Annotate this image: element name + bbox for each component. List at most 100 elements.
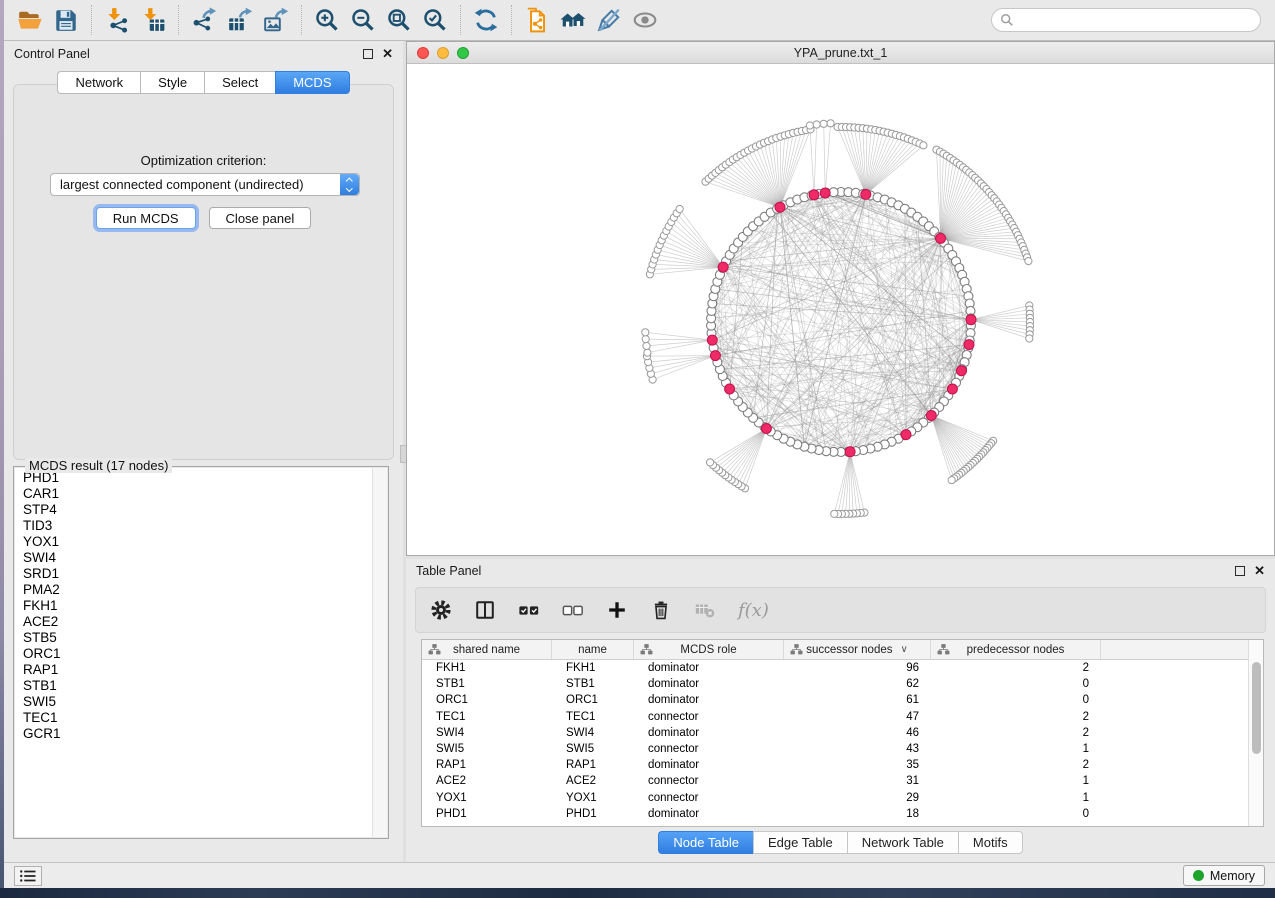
mcds-hub-node[interactable] [710, 351, 720, 361]
memory-button[interactable]: Memory [1183, 865, 1265, 886]
mcds-result-item[interactable]: FKH1 [15, 598, 372, 614]
table-row[interactable]: SWI4SWI4dominator462 [422, 725, 1248, 741]
mcds-result-item[interactable]: SRD1 [15, 566, 372, 582]
tab-edge-table[interactable]: Edge Table [753, 831, 847, 854]
mcds-hub-node[interactable] [861, 189, 871, 199]
import-network-button[interactable] [99, 3, 135, 37]
network-node[interactable] [1026, 335, 1033, 342]
delete-columns-button[interactable] [650, 599, 672, 621]
network-node[interactable] [676, 205, 683, 212]
search-input[interactable] [1014, 13, 1252, 27]
mcds-result-item[interactable]: ACE2 [15, 614, 372, 630]
network-node[interactable] [827, 120, 834, 127]
mcds-hub-node[interactable] [845, 447, 855, 457]
network-canvas[interactable] [407, 64, 1274, 555]
network-home-button[interactable] [555, 3, 591, 37]
tab-network-table[interactable]: Network Table [847, 831, 958, 854]
mcds-result-item[interactable]: SWI4 [15, 550, 372, 566]
refresh-layout-button[interactable] [468, 3, 504, 37]
mcds-result-item[interactable]: PMA2 [15, 582, 372, 598]
tab-node-table[interactable]: Node Table [658, 831, 753, 854]
hide-graphics-details-button[interactable] [591, 3, 627, 37]
network-node[interactable] [1025, 258, 1032, 265]
zoom-in-button[interactable] [309, 3, 345, 37]
mcds-hub-node[interactable] [718, 262, 728, 272]
network-node[interactable] [643, 342, 650, 349]
mcds-hub-node[interactable] [957, 366, 967, 376]
mcds-hub-node[interactable] [725, 384, 735, 394]
mcds-result-item[interactable]: YOX1 [15, 534, 372, 550]
tab-network[interactable]: Network [57, 71, 140, 94]
col-predecessor-nodes[interactable]: predecessor nodes [931, 640, 1101, 659]
network-node[interactable] [948, 477, 955, 484]
export-image-button[interactable] [258, 3, 294, 37]
mcds-result-item[interactable]: CAR1 [15, 486, 372, 502]
tab-select[interactable]: Select [204, 71, 275, 94]
mcds-hub-node[interactable] [761, 424, 771, 434]
share-network-document-button[interactable] [519, 3, 555, 37]
network-node[interactable] [806, 122, 813, 129]
table-row[interactable]: ACE2ACE2connector311 [422, 773, 1248, 789]
col-mcds-role[interactable]: MCDS role [634, 640, 784, 659]
float-panel-icon[interactable] [363, 49, 373, 59]
mcds-list-scrollbar[interactable] [373, 468, 387, 837]
mcds-result-item[interactable]: RAP1 [15, 662, 372, 678]
mcds-result-item[interactable]: STB5 [15, 630, 372, 646]
table-mode-gear-button[interactable] [430, 599, 452, 621]
table-scrollbar[interactable] [1248, 640, 1263, 826]
table-row[interactable]: ORC1ORC1dominator610 [422, 692, 1248, 708]
network-node[interactable] [644, 349, 651, 356]
mcds-result-item[interactable]: TID3 [15, 518, 372, 534]
import-table-button[interactable] [135, 3, 171, 37]
close-table-panel-icon[interactable]: ✕ [1254, 566, 1265, 576]
select-all-button[interactable] [518, 599, 540, 621]
col-name[interactable]: name [552, 640, 634, 659]
export-table-button[interactable] [222, 3, 258, 37]
network-node[interactable] [707, 459, 714, 466]
save-session-button[interactable] [48, 3, 84, 37]
network-node[interactable] [642, 329, 649, 336]
mcds-result-item[interactable]: GCR1 [15, 726, 372, 742]
col-shared-name[interactable]: shared name [422, 640, 552, 659]
table-row[interactable]: STB1STB1dominator620 [422, 676, 1248, 692]
tab-mcds[interactable]: MCDS [275, 71, 349, 94]
search-field[interactable] [991, 8, 1261, 32]
open-session-button[interactable] [12, 3, 48, 37]
mcds-hub-node[interactable] [947, 384, 957, 394]
mcds-result-item[interactable]: STB1 [15, 678, 372, 694]
close-panel-icon[interactable]: ✕ [382, 49, 393, 59]
network-node[interactable] [813, 121, 820, 128]
table-row[interactable]: SWI5SWI5connector431 [422, 741, 1248, 757]
export-network-button[interactable] [186, 3, 222, 37]
table-scrollbar-thumb[interactable] [1252, 662, 1261, 754]
zoom-fit-button[interactable] [381, 3, 417, 37]
close-panel-button[interactable]: Close panel [209, 207, 312, 229]
mcds-hub-node[interactable] [936, 233, 946, 243]
add-column-button[interactable] [606, 599, 628, 621]
network-title-bar[interactable]: YPA_prune.txt_1 [407, 42, 1274, 64]
mcds-result-item[interactable]: SWI5 [15, 694, 372, 710]
mcds-result-item[interactable]: STP4 [15, 502, 372, 518]
show-columns-button[interactable] [474, 599, 496, 621]
mcds-hub-node[interactable] [820, 188, 830, 198]
mcds-hub-node[interactable] [926, 411, 936, 421]
tab-motifs[interactable]: Motifs [958, 831, 1023, 854]
table-row[interactable]: RAP1RAP1dominator352 [422, 757, 1248, 773]
deselect-all-button[interactable] [562, 599, 584, 621]
table-row[interactable]: FKH1FKH1dominator962 [422, 660, 1248, 676]
float-table-panel-icon[interactable] [1235, 566, 1245, 576]
table-row[interactable]: PHD1PHD1dominator180 [422, 806, 1248, 822]
mcds-result-item[interactable]: ORC1 [15, 646, 372, 662]
table-row[interactable]: YOX1YOX1connector291 [422, 790, 1248, 806]
network-node[interactable] [831, 510, 838, 517]
mcds-hub-node[interactable] [775, 202, 785, 212]
network-node[interactable] [920, 142, 927, 149]
table-row[interactable]: TEC1TEC1connector472 [422, 709, 1248, 725]
tab-style[interactable]: Style [140, 71, 204, 94]
optimization-criterion-select[interactable]: largest connected component (undirected) [50, 173, 360, 196]
network-node[interactable] [642, 336, 649, 343]
show-graphics-eye-button[interactable] [627, 3, 663, 37]
mcds-hub-node[interactable] [901, 430, 911, 440]
network-node[interactable] [820, 120, 827, 127]
zoom-out-button[interactable] [345, 3, 381, 37]
